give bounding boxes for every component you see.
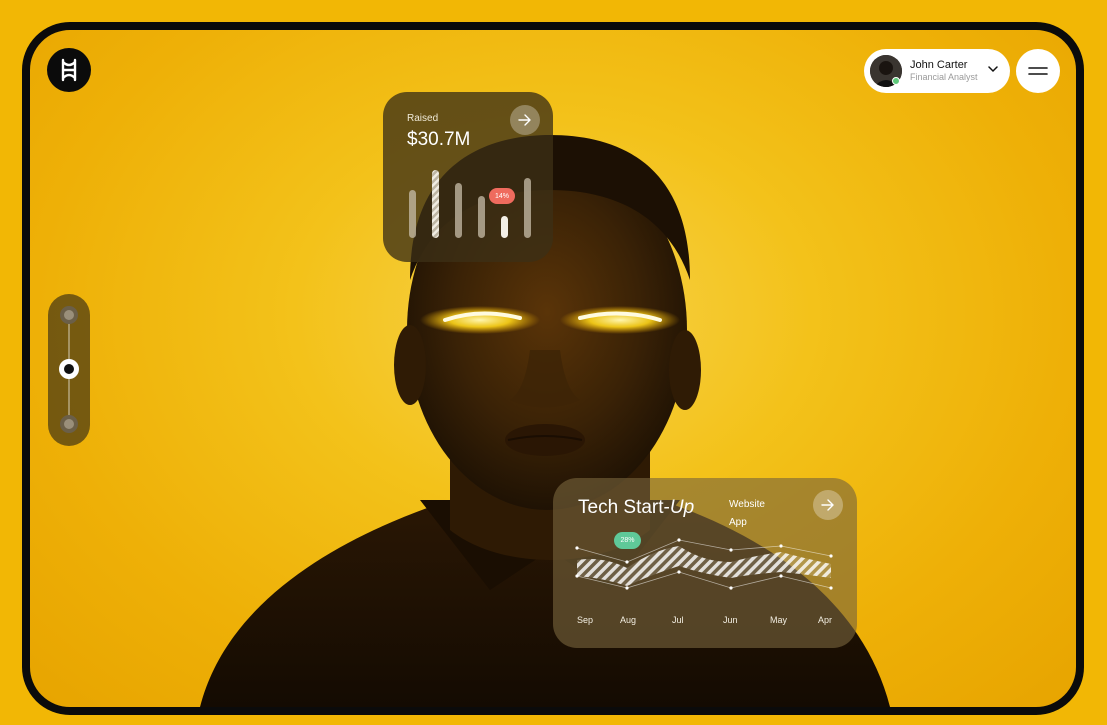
tech-card-title: Tech Start-Up	[578, 497, 694, 519]
point	[829, 586, 833, 590]
tech-title-italic: Up	[669, 497, 695, 518]
bar	[409, 190, 416, 238]
month-label: Aug	[620, 615, 637, 625]
vertical-slider[interactable]	[48, 294, 90, 446]
raised-percent-badge: 14%	[489, 188, 515, 204]
month-label: May	[770, 615, 788, 625]
month-label: Apr	[818, 615, 833, 625]
hamburger-icon	[1028, 67, 1048, 75]
slider-stop-bottom[interactable]	[60, 415, 78, 433]
bar	[501, 216, 508, 238]
bar	[455, 183, 462, 238]
point	[829, 554, 833, 558]
month-label: Jun	[723, 615, 738, 625]
device-frame: John Carter Financial Analyst Raised $30…	[22, 22, 1084, 715]
point	[575, 574, 579, 578]
point	[575, 546, 579, 550]
month-label: Sep	[577, 615, 594, 625]
arrow-right-icon	[821, 499, 834, 511]
profile-role: Financial Analyst	[910, 72, 978, 83]
raised-open-button[interactable]	[510, 105, 540, 135]
tech-title-main: Tech Start-	[578, 497, 670, 518]
app-logo[interactable]	[47, 48, 91, 92]
legend-website: Website	[729, 499, 765, 510]
point	[779, 544, 783, 548]
raised-card: Raised $30.7M 14%	[383, 92, 553, 262]
tech-open-button[interactable]	[813, 490, 843, 520]
point	[677, 538, 681, 542]
slider-handle[interactable]	[59, 359, 79, 379]
month-label: Jul	[672, 615, 684, 625]
point	[677, 570, 681, 574]
point	[779, 574, 783, 578]
point	[729, 586, 733, 590]
profile-dropdown[interactable]: John Carter Financial Analyst	[864, 49, 1010, 93]
tech-startup-card: Tech Start-Up Website App 28% Sep Aug Ju…	[553, 478, 857, 648]
bar	[432, 170, 439, 238]
logo-mark-icon	[61, 58, 77, 82]
point	[729, 548, 733, 552]
point	[625, 586, 629, 590]
slider-stop-top[interactable]	[60, 306, 78, 324]
tech-percent-badge: 28%	[614, 532, 641, 549]
menu-button[interactable]	[1016, 49, 1060, 93]
arrow-right-icon	[518, 114, 531, 126]
raised-label: Raised	[407, 113, 439, 124]
chevron-down-icon[interactable]	[988, 65, 998, 73]
raised-value: $30.7M	[407, 129, 471, 150]
online-status-dot	[892, 77, 900, 85]
bar	[524, 178, 531, 238]
profile-info: John Carter Financial Analyst	[910, 59, 978, 83]
bar	[478, 196, 485, 238]
profile-name: John Carter	[910, 59, 968, 71]
tech-area-chart	[575, 538, 833, 590]
legend-app: App	[729, 517, 747, 528]
point	[625, 560, 629, 564]
